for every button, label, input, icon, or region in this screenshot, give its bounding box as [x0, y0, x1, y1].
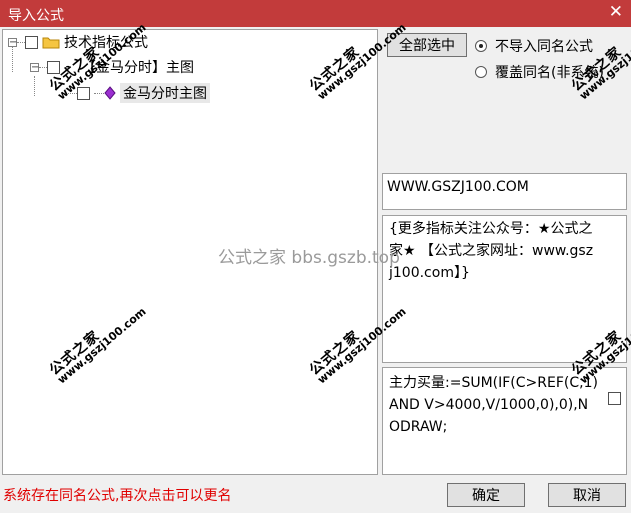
- tree-connector: [34, 76, 35, 96]
- tree-node-leaf[interactable]: 金马分时主图: [63, 83, 210, 103]
- formula-textarea[interactable]: 主力买量:=SUM(IF(C>REF(C,1) AND V>4000,V/100…: [382, 367, 627, 475]
- root-checkbox[interactable]: [25, 35, 38, 49]
- description-textarea[interactable]: {更多指标关注公众号：★公式之家★ 【公式之家网址：www.gszj100.co…: [382, 215, 627, 363]
- close-icon[interactable]: ✕: [609, 3, 623, 21]
- cancel-button[interactable]: 取消: [548, 483, 626, 507]
- formula-text: 主力买量:=SUM(IF(C>REF(C,1) AND V>4000,V/100…: [389, 375, 603, 435]
- folder-icon: [42, 37, 60, 49]
- tree-label-leaf: 金马分时主图: [120, 83, 210, 103]
- ok-button[interactable]: 确定: [447, 483, 525, 507]
- collapse-icon[interactable]: −: [30, 62, 39, 72]
- url-display: WWW.GSZJ100.COM: [382, 173, 627, 210]
- status-message: 系统存在同名公式,再次点击可以更名: [3, 488, 232, 504]
- formula-icon: [104, 86, 116, 100]
- radio-selected-icon[interactable]: [475, 40, 487, 52]
- radio-icon[interactable]: [475, 66, 487, 78]
- collapse-icon[interactable]: −: [8, 37, 17, 47]
- url-text: WWW.GSZJ100.COM: [387, 179, 529, 195]
- window-title: 导入公式: [8, 8, 64, 24]
- option-no-import-duplicate[interactable]: 不导入同名公式: [475, 36, 593, 56]
- watermark-center: 公式之家 bbs.gszb.top: [218, 248, 400, 268]
- formula-checkbox[interactable]: [608, 392, 621, 405]
- option-label: 不导入同名公式: [495, 39, 593, 55]
- title-bar: 导入公式 ✕: [0, 0, 631, 27]
- description-text: {更多指标关注公众号：★公式之家★ 【公式之家网址：www.gszj100.co…: [389, 221, 594, 281]
